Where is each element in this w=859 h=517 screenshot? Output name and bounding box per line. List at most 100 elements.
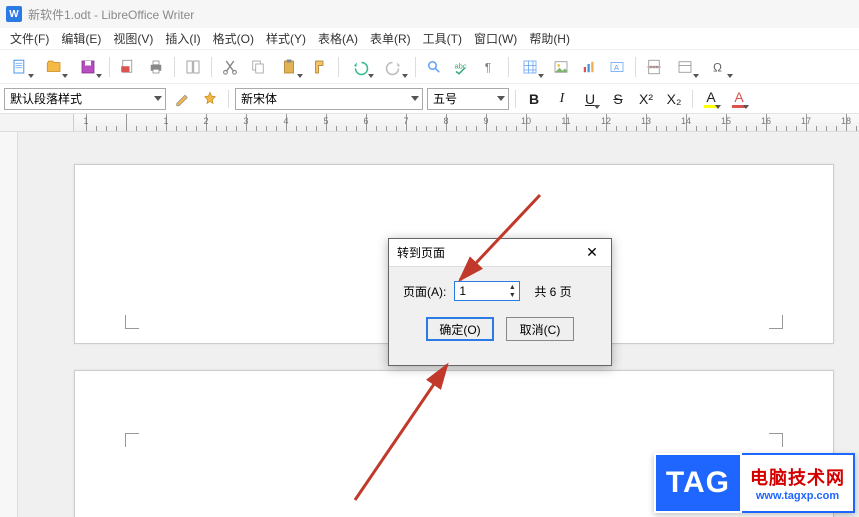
ruler-number: 10 (521, 116, 531, 126)
menu-window[interactable]: 窗口(W) (468, 28, 523, 49)
open-button[interactable] (38, 54, 70, 80)
page-field-label: 页面(A): (403, 283, 446, 300)
save-button[interactable] (72, 54, 104, 80)
chevron-down-icon (411, 96, 419, 101)
insert-chart-button[interactable] (576, 54, 602, 80)
chevron-down-icon (154, 96, 162, 101)
ruler-number: 9 (483, 116, 488, 126)
menu-view[interactable]: 视图(V) (107, 28, 159, 49)
subscript-button[interactable]: X₂ (662, 87, 686, 111)
print-button[interactable] (143, 54, 169, 80)
spinner-down-button[interactable]: ▼ (507, 291, 517, 299)
horizontal-ruler[interactable]: 1123456789101112131415161718 (74, 114, 859, 131)
underline-button[interactable]: U (578, 87, 602, 111)
insert-textbox-button[interactable]: A (604, 54, 630, 80)
dialog-body: 页面(A): 1 ▲ ▼ 共 6 页 确定(O) 取消(C) (389, 267, 611, 351)
toolbar-separator (508, 57, 509, 77)
menu-table[interactable]: 表格(A) (312, 28, 364, 49)
toolbar-separator (415, 57, 416, 77)
menu-edit[interactable]: 编辑(E) (55, 28, 107, 49)
insert-field-button[interactable] (669, 54, 701, 80)
toolbar-separator (338, 57, 339, 77)
toolbar-separator (515, 90, 516, 108)
menu-file[interactable]: 文件(F) (4, 28, 55, 49)
toolbar-separator (109, 57, 110, 77)
insert-special-char-button[interactable]: Ω (703, 54, 735, 80)
update-style-button[interactable] (170, 87, 194, 111)
font-name-combo[interactable]: 新宋体 (235, 88, 423, 110)
menu-tools[interactable]: 工具(T) (417, 28, 468, 49)
clone-formatting-button[interactable] (307, 54, 333, 80)
svg-text:abc: abc (455, 61, 467, 70)
cancel-button[interactable]: 取消(C) (506, 317, 574, 341)
insert-table-button[interactable] (514, 54, 546, 80)
paragraph-style-combo[interactable]: 默认段落样式 (4, 88, 166, 110)
close-icon: ✕ (586, 244, 598, 261)
spinner-buttons: ▲ ▼ (507, 283, 517, 299)
ruler-number: 1 (163, 116, 168, 126)
dialog-titlebar: 转到页面 ✕ (389, 239, 611, 267)
page-number-spinner[interactable]: 1 ▲ ▼ (454, 281, 520, 301)
strikethrough-button[interactable]: S (606, 87, 630, 111)
ruler-number: 16 (761, 116, 771, 126)
watermark-tag: TAG (654, 453, 742, 513)
toolbar-separator (692, 90, 693, 108)
ruler-number: 1 (83, 116, 88, 126)
spinner-up-button[interactable]: ▲ (507, 283, 517, 291)
copy-button[interactable] (245, 54, 271, 80)
menu-help[interactable]: 帮助(H) (523, 28, 576, 49)
font-color-button[interactable]: A (727, 87, 751, 111)
svg-text:¶: ¶ (485, 60, 491, 74)
title-bar: W 新软件1.odt - LibreOffice Writer (0, 0, 859, 28)
export-pdf-button[interactable] (115, 54, 141, 80)
dialog-button-row: 确定(O) 取消(C) (403, 317, 597, 341)
paste-button[interactable] (273, 54, 305, 80)
redo-button[interactable] (378, 54, 410, 80)
horizontal-ruler-row: 1123456789101112131415161718 (0, 114, 859, 132)
paragraph-style-value: 默认段落样式 (10, 90, 82, 107)
ruler-number: 6 (363, 116, 368, 126)
menu-insert[interactable]: 插入(I) (159, 28, 206, 49)
find-replace-button[interactable] (421, 54, 447, 80)
spellcheck-button[interactable]: abc (449, 54, 475, 80)
page-margin-marker-icon (769, 433, 783, 447)
svg-text:A: A (614, 63, 619, 72)
toggle-preview-button[interactable] (180, 54, 206, 80)
ruler-corner (0, 114, 74, 131)
page-number-value: 1 (459, 284, 466, 298)
goto-page-dialog: 转到页面 ✕ 页面(A): 1 ▲ ▼ 共 6 页 确定(O) 取消(C) (388, 238, 612, 366)
ok-button[interactable]: 确定(O) (426, 317, 494, 341)
font-size-value: 五号 (433, 90, 457, 107)
menu-format[interactable]: 格式(O) (207, 28, 260, 49)
dialog-page-row: 页面(A): 1 ▲ ▼ 共 6 页 (403, 281, 597, 301)
page-margin-marker-icon (125, 315, 139, 329)
toolbar-separator (211, 57, 212, 77)
ruler-number: 15 (721, 116, 731, 126)
formatting-marks-button[interactable]: ¶ (477, 54, 503, 80)
italic-button[interactable]: I (550, 87, 574, 111)
insert-image-button[interactable] (548, 54, 574, 80)
font-size-combo[interactable]: 五号 (427, 88, 509, 110)
new-style-button[interactable] (198, 87, 222, 111)
superscript-button[interactable]: X² (634, 87, 658, 111)
ruler-number: 5 (323, 116, 328, 126)
ruler-number: 4 (283, 116, 288, 126)
ruler-number: 13 (641, 116, 651, 126)
dialog-close-button[interactable]: ✕ (581, 242, 603, 264)
undo-button[interactable] (344, 54, 376, 80)
watermark-badge: TAG 电脑技术网 www.tagxp.com (654, 453, 855, 513)
highlight-color-button[interactable]: A (699, 87, 723, 111)
menu-styles[interactable]: 样式(Y) (260, 28, 312, 49)
ruler-number: 12 (601, 116, 611, 126)
menu-form[interactable]: 表单(R) (364, 28, 417, 49)
vertical-ruler[interactable] (0, 132, 18, 517)
watermark-url: www.tagxp.com (756, 490, 839, 502)
dialog-title: 转到页面 (397, 244, 445, 261)
font-name-value: 新宋体 (241, 90, 277, 107)
insert-page-break-button[interactable] (641, 54, 667, 80)
ruler-number: 3 (243, 116, 248, 126)
ruler-number: 14 (681, 116, 691, 126)
bold-button[interactable]: B (522, 87, 546, 111)
cut-button[interactable] (217, 54, 243, 80)
new-document-button[interactable] (4, 54, 36, 80)
